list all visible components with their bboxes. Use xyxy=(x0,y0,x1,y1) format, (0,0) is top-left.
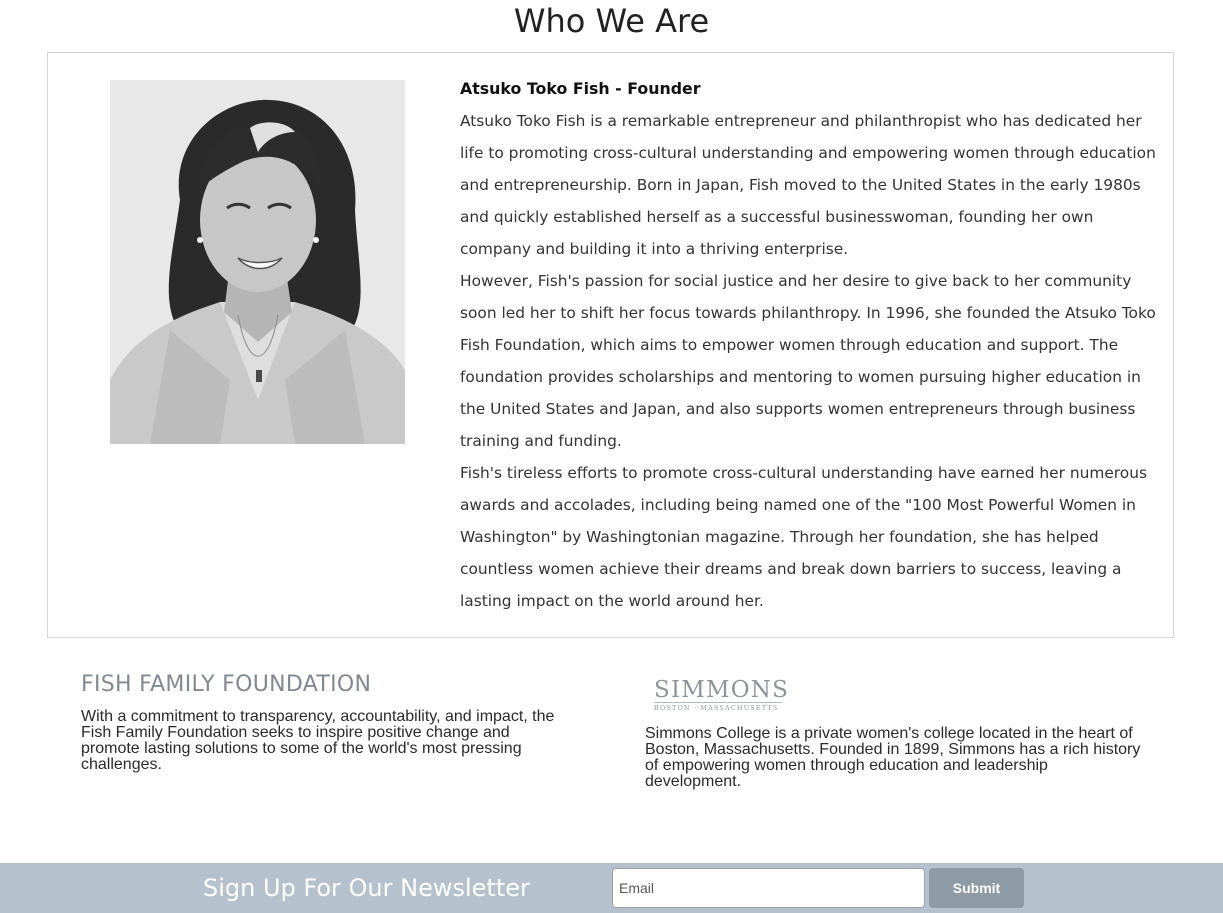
newsletter-bar: Sign Up For Our Newsletter Submit xyxy=(0,863,1223,913)
founder-portrait xyxy=(110,80,405,444)
bio-paragraph: However, Fish's passion for social justi… xyxy=(460,272,1156,450)
newsletter-label: Sign Up For Our Newsletter xyxy=(203,874,530,902)
foundation-title: FISH FAMILY FOUNDATION xyxy=(81,672,372,697)
page: Who We Are Atsuko Toko Fish - Founder At… xyxy=(0,0,1223,913)
submit-button[interactable]: Submit xyxy=(929,868,1024,908)
email-input[interactable] xyxy=(612,868,925,908)
founder-name-heading: Atsuko Toko Fish - Founder xyxy=(460,79,701,98)
simmons-section: SIMMONS BOSTON · MASSACHUSETTS Simmons C… xyxy=(645,678,1145,790)
founder-profile-card: Atsuko Toko Fish - Founder Atsuko Toko F… xyxy=(47,52,1174,638)
simmons-logo-word: SIMMONS xyxy=(654,677,790,703)
foundation-description: With a commitment to transparency, accou… xyxy=(81,708,555,773)
bio-paragraph: Fish's tireless efforts to promote cross… xyxy=(460,464,1147,610)
simmons-logo: SIMMONS BOSTON · MASSACHUSETTS xyxy=(654,677,790,712)
founder-bio: Atsuko Toko Fish - Founder Atsuko Toko F… xyxy=(460,73,1160,617)
bio-paragraph: Atsuko Toko Fish is a remarkable entrepr… xyxy=(460,112,1156,258)
simmons-description: Simmons College is a private women's col… xyxy=(645,725,1141,790)
founder-portrait-image xyxy=(110,80,405,444)
foundation-section: FISH FAMILY FOUNDATION With a commitment… xyxy=(81,672,571,773)
page-title: Who We Are xyxy=(513,2,710,40)
simmons-logo-subtitle: BOSTON · MASSACHUSETTS xyxy=(654,702,782,712)
